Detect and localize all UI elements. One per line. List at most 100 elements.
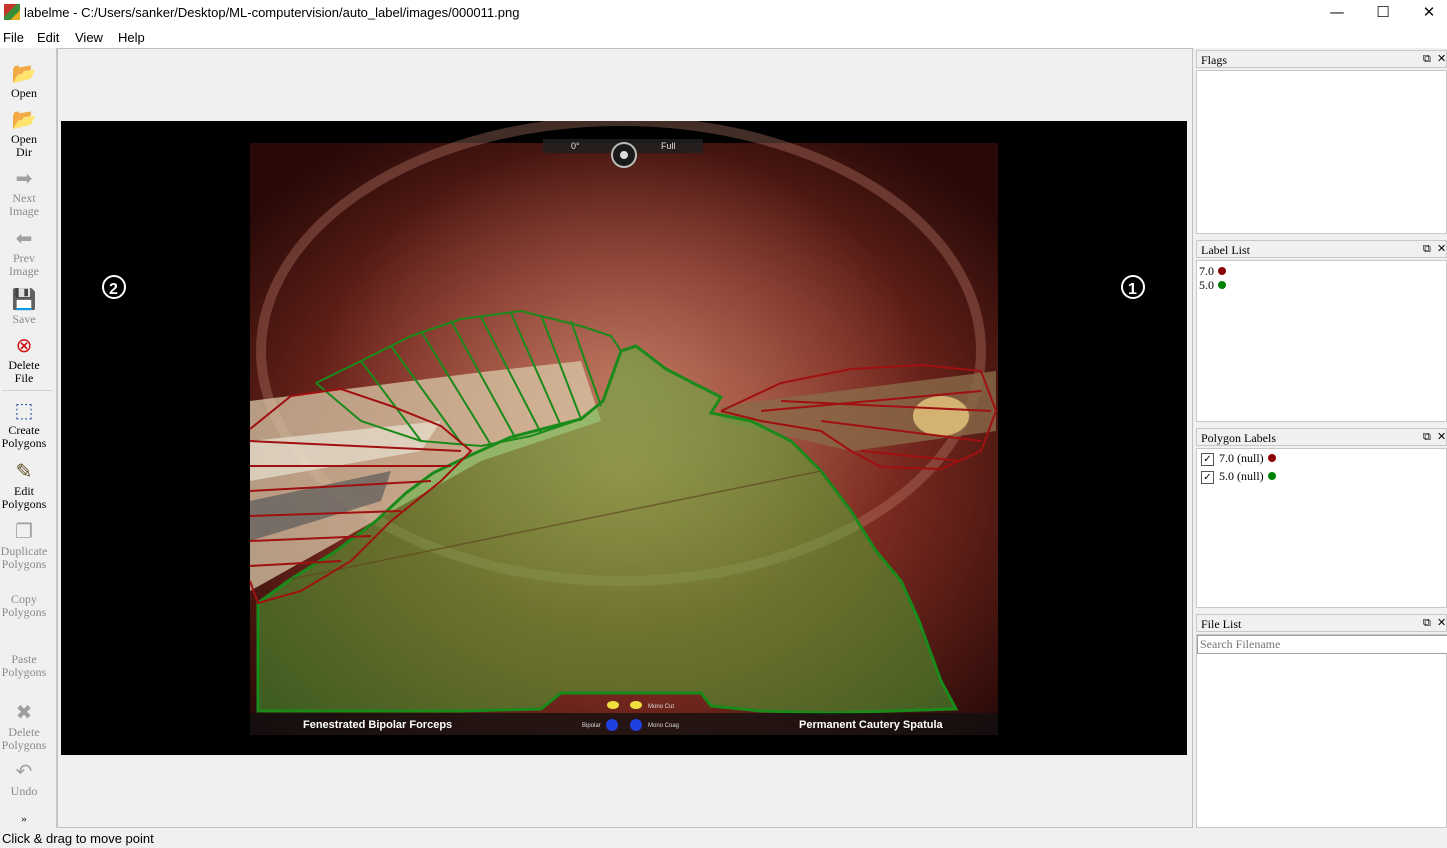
open-dir-label-1: Open (11, 132, 37, 146)
duplicate-polygons-label-1: Duplicate (0, 544, 48, 558)
menu-view[interactable]: View (75, 30, 103, 45)
mono-cut-label: Mono Cut (648, 704, 674, 710)
copy-polygons-button[interactable]: Copy Polygons (0, 593, 48, 619)
save-button[interactable]: 💾 Save (0, 286, 48, 326)
close-button[interactable]: ✕ (1406, 0, 1447, 26)
bipolar-indicator (606, 719, 618, 731)
toolbar-overflow-button[interactable]: » (0, 814, 48, 825)
mono-coag-indicator (630, 719, 642, 731)
label-list[interactable]: 7.0 5.0 (1196, 260, 1447, 422)
label-color-dot (1218, 267, 1226, 275)
title-bar: labelme - C:/Users/sanker/Desktop/ML-com… (0, 0, 1447, 26)
polygon-labels-header: Polygon Labels ⧉ ✕ (1196, 428, 1447, 446)
list-item[interactable]: 7.0 (null) (1219, 451, 1276, 466)
copy-polygons-label-1: Copy (10, 592, 37, 606)
prev-image-label-1: Prev (13, 251, 35, 265)
image-canvas[interactable]: 0° Full 2 1 Fenestrated Bipolar Forceps … (61, 121, 1187, 755)
hud-angle: 0° (571, 141, 580, 151)
status-bar: Click & drag to move point (0, 829, 1447, 848)
create-polygons-label-1: Create (8, 423, 40, 437)
window-title: labelme - C:/Users/sanker/Desktop/ML-com… (24, 5, 520, 20)
hud-zoom: Full (661, 141, 676, 151)
polygon-labels-dock: Polygon Labels ⧉ ✕ ✓ 7.0 (null) ✓ 5.0 (n… (1196, 428, 1447, 608)
polygon-labels-list[interactable]: ✓ 7.0 (null) ✓ 5.0 (null) (1196, 448, 1447, 608)
prev-image-label-2: Image (9, 264, 39, 278)
arrow-left-icon: ⬅ (15, 226, 33, 250)
copy-polygons-label-2: Polygons (1, 605, 47, 619)
next-image-label-1: Next (12, 191, 36, 205)
flags-float-icon[interactable]: ⧉ (1423, 52, 1431, 66)
list-item[interactable]: 5.0 (1199, 278, 1226, 293)
maximize-button[interactable]: ☐ (1360, 0, 1406, 26)
open-dir-button[interactable]: 📂 Open Dir (0, 106, 48, 159)
label-color-dot (1267, 454, 1276, 462)
file-list[interactable] (1196, 634, 1447, 828)
delete-file-label-2: File (14, 371, 34, 385)
search-filename-input[interactable] (1197, 635, 1447, 654)
open-label: Open (11, 86, 37, 100)
delete-file-label-1: Delete (8, 358, 40, 372)
flags-header: Flags ⧉ ✕ (1196, 50, 1447, 68)
label-color-dot (1218, 281, 1226, 289)
undo-arrow-icon: ↶ (15, 759, 33, 783)
prev-image-button[interactable]: ⬅ Prev Image (0, 225, 48, 278)
right-instrument-label: Permanent Cautery Spatula (799, 719, 944, 731)
arrow-right-icon: ➡ (15, 166, 33, 190)
flags-close-icon[interactable]: ✕ (1437, 52, 1446, 65)
delete-polygons-button[interactable]: ✖ Delete Polygons (0, 699, 48, 752)
next-image-button[interactable]: ➡ Next Image (0, 165, 48, 218)
duplicate-polygons-label-2: Polygons (1, 557, 47, 571)
flags-title: Flags (1201, 53, 1228, 67)
camera-lens-icon (620, 151, 628, 159)
save-disk-icon: 💾 (11, 287, 37, 311)
polygon-checkbox[interactable]: ✓ (1201, 453, 1214, 466)
toolbar-separator (2, 390, 52, 391)
label-list-float-icon[interactable]: ⧉ (1423, 242, 1431, 256)
bipolar-label: Bipolar (582, 723, 601, 729)
mono-cut-indicator-left (607, 701, 619, 709)
list-item[interactable]: 7.0 (1199, 264, 1226, 279)
menu-file[interactable]: File (3, 30, 24, 45)
list-item[interactable]: 5.0 (null) (1219, 469, 1276, 484)
flags-list[interactable] (1196, 70, 1447, 234)
file-list-float-icon[interactable]: ⧉ (1423, 616, 1431, 630)
polygon-labels-close-icon[interactable]: ✕ (1437, 430, 1446, 443)
polygon-label-text: 5.0 (null) (1219, 469, 1264, 483)
menu-edit[interactable]: Edit (37, 30, 59, 45)
minimize-button[interactable]: — (1314, 0, 1360, 26)
delete-circle-icon: ⊗ (15, 333, 33, 357)
delete-file-button[interactable]: ⊗ Delete File (0, 332, 48, 385)
menu-bar: File Edit View Help (0, 26, 1447, 48)
menu-help[interactable]: Help (118, 30, 145, 45)
open-dir-icon: 📂 (11, 107, 37, 131)
label-text: 7.0 (1199, 264, 1214, 278)
annotated-image[interactable]: 0° Full 2 1 Fenestrated Bipolar Forceps … (61, 121, 1187, 755)
open-button[interactable]: 📂 Open (0, 60, 48, 100)
label-list-dock: Label List ⧉ ✕ 7.0 5.0 (1196, 240, 1447, 422)
paste-polygons-button[interactable]: Paste Polygons (0, 653, 48, 679)
labelme-app-icon (4, 4, 20, 20)
undo-button[interactable]: ↶ Undo (0, 758, 48, 798)
duplicate-polygons-button[interactable]: ❐ Duplicate Polygons (0, 518, 48, 571)
file-list-header: File List ⧉ ✕ (1196, 614, 1447, 632)
create-polygon-icon: ⬚ (14, 398, 34, 422)
edit-polygons-button[interactable]: ✎ Edit Polygons (0, 458, 48, 511)
file-list-title: File List (1201, 617, 1242, 631)
file-list-close-icon[interactable]: ✕ (1437, 616, 1446, 629)
paste-polygons-label-2: Polygons (1, 665, 47, 679)
file-list-dock: File List ⧉ ✕ (1196, 614, 1447, 828)
label-list-close-icon[interactable]: ✕ (1437, 242, 1446, 255)
delete-x-icon: ✖ (15, 700, 33, 724)
save-label: Save (12, 312, 36, 326)
polygon-label-text: 7.0 (null) (1219, 451, 1264, 465)
polygon-labels-float-icon[interactable]: ⧉ (1423, 430, 1431, 444)
paste-polygons-label-1: Paste (11, 652, 37, 666)
polygon-checkbox[interactable]: ✓ (1201, 471, 1214, 484)
tools-toolbar: 📂 Open 📂 Open Dir ➡ Next Image ⬅ Prev Im… (0, 48, 57, 828)
delete-polygons-label-2: Polygons (1, 738, 47, 752)
create-polygons-button[interactable]: ⬚ Create Polygons (0, 397, 48, 450)
flags-dock: Flags ⧉ ✕ (1196, 50, 1447, 234)
mono-coag-label: Mono Coag (648, 723, 679, 729)
edit-pencil-icon: ✎ (15, 459, 33, 483)
label-text: 5.0 (1199, 278, 1214, 292)
